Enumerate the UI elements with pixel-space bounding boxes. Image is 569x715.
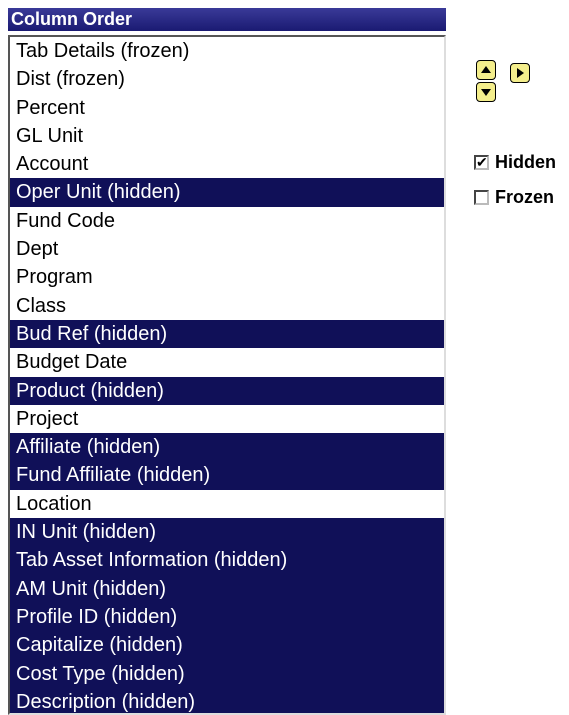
- list-item[interactable]: Dept: [10, 235, 444, 263]
- list-item[interactable]: Location: [10, 490, 444, 518]
- list-item[interactable]: GL Unit: [10, 122, 444, 150]
- hidden-label: Hidden: [495, 151, 556, 172]
- arrow-up-icon: [481, 66, 491, 73]
- list-item[interactable]: Budget Date: [10, 348, 444, 376]
- frozen-checkbox[interactable]: [474, 189, 489, 205]
- frozen-label: Frozen: [495, 186, 555, 207]
- list-item[interactable]: Bud Ref (hidden): [10, 319, 444, 349]
- list-item[interactable]: Profile ID (hidden): [10, 602, 444, 632]
- list-item[interactable]: Cost Type (hidden): [10, 659, 444, 688]
- frozen-option[interactable]: Frozen: [474, 185, 554, 209]
- list-item[interactable]: Account: [10, 150, 444, 178]
- list-item[interactable]: Tab Asset Information (hidden): [10, 546, 444, 575]
- list-item[interactable]: Product (hidden): [10, 376, 444, 405]
- list-item[interactable]: Class: [10, 292, 444, 320]
- list-item[interactable]: Fund Affiliate (hidden): [10, 461, 444, 490]
- list-item[interactable]: Oper Unit (hidden): [10, 178, 444, 207]
- move-up-button[interactable]: [476, 60, 496, 80]
- hidden-option[interactable]: ✔ Hidden: [474, 150, 556, 174]
- list-item[interactable]: Description (hidden): [10, 687, 444, 713]
- list-item[interactable]: Affiliate (hidden): [10, 433, 444, 462]
- list-item[interactable]: IN Unit (hidden): [10, 518, 444, 547]
- list-item[interactable]: Percent: [10, 94, 444, 122]
- move-down-button[interactable]: [476, 82, 496, 102]
- list-item[interactable]: Tab Details (frozen): [10, 37, 444, 65]
- list-item[interactable]: Dist (frozen): [10, 65, 444, 93]
- move-right-button[interactable]: [510, 63, 530, 83]
- list-item[interactable]: Project: [10, 405, 444, 433]
- column-order-header: Column Order: [8, 8, 446, 31]
- column-order-listbox[interactable]: Tab Details (frozen) Dist (frozen) Percent…: [8, 35, 446, 715]
- arrow-right-icon: [517, 68, 524, 78]
- list-item[interactable]: Fund Code: [10, 207, 444, 235]
- list-item[interactable]: Program: [10, 263, 444, 291]
- hidden-checkbox[interactable]: ✔: [474, 154, 489, 170]
- arrow-down-icon: [481, 89, 491, 96]
- list-item[interactable]: AM Unit (hidden): [10, 574, 444, 603]
- list-item[interactable]: Capitalize (hidden): [10, 631, 444, 660]
